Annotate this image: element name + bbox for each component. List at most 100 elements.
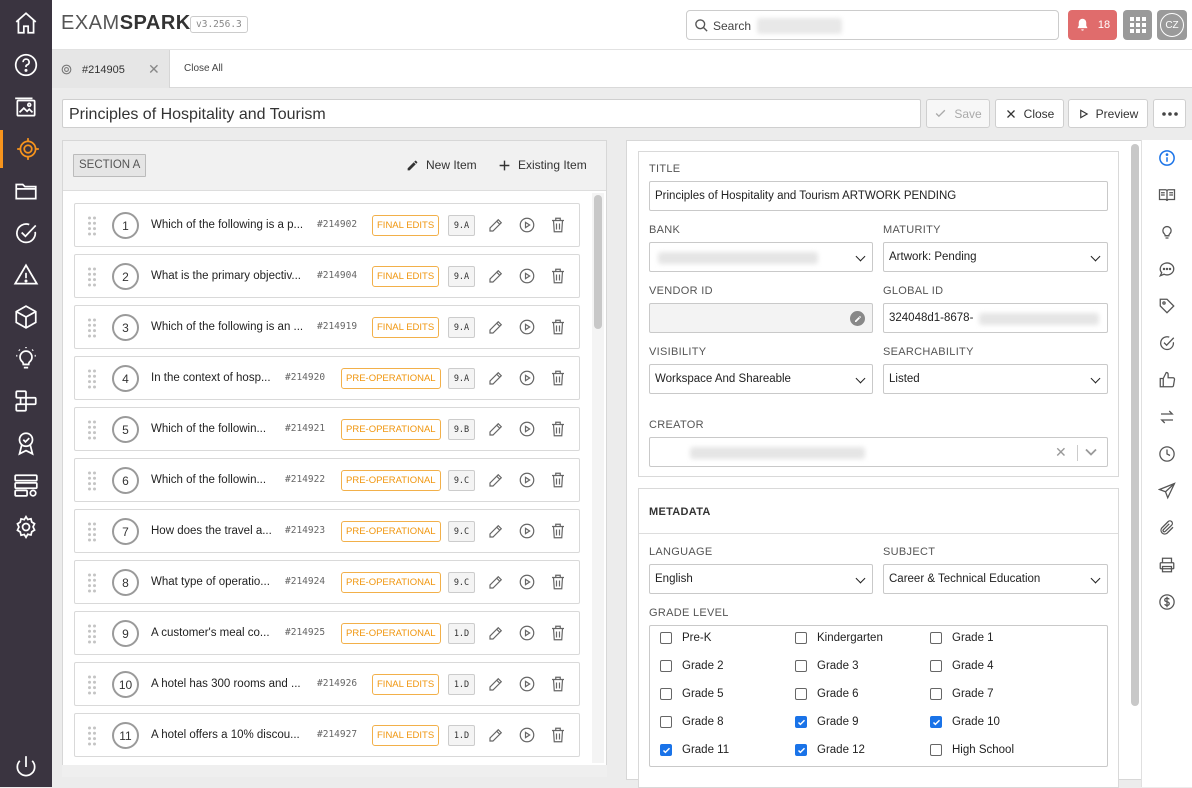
creator-clear-icon[interactable]: ✕ — [1055, 444, 1067, 461]
workflow-icon[interactable] — [0, 382, 52, 420]
edit-icon[interactable] — [487, 420, 505, 438]
close-button[interactable]: Close — [995, 99, 1064, 128]
checkbox-icon[interactable] — [930, 744, 942, 756]
checkbox-icon[interactable] — [795, 660, 807, 672]
play-icon[interactable] — [518, 624, 536, 642]
play-icon[interactable] — [518, 471, 536, 489]
avatar[interactable]: CZ — [1157, 10, 1187, 40]
checkbox-icon[interactable] — [795, 688, 807, 700]
maturity-select[interactable]: Artwork: Pending — [883, 242, 1108, 272]
edit-icon[interactable] — [487, 216, 505, 234]
grade-checkbox[interactable]: Grade 10 — [930, 716, 1000, 728]
tab-214905[interactable]: #214905 ✕ — [52, 50, 170, 88]
play-icon[interactable] — [518, 318, 536, 336]
play-icon[interactable] — [518, 369, 536, 387]
grade-checkbox[interactable]: Kindergarten — [795, 632, 883, 644]
chevron-down-icon[interactable] — [1085, 448, 1097, 457]
notifications-button[interactable]: 18 — [1068, 10, 1117, 40]
item-row[interactable]: 2 What is the primary objectiv... #214904 F… — [74, 254, 580, 298]
grade-checkbox[interactable]: Grade 8 — [660, 716, 724, 728]
drag-handle-icon[interactable] — [88, 420, 96, 440]
drag-handle-icon[interactable] — [88, 216, 96, 236]
check-circle-icon[interactable] — [1155, 331, 1179, 355]
warning-icon[interactable] — [0, 256, 52, 294]
transfer-icon[interactable] — [1155, 405, 1179, 429]
info-icon[interactable] — [1155, 146, 1179, 170]
checkbox-icon[interactable] — [660, 688, 672, 700]
trash-icon[interactable] — [549, 420, 567, 438]
item-question-text[interactable]: Which of the following is a p... — [151, 219, 308, 231]
item-question-text[interactable]: Which of the followin... — [151, 474, 273, 486]
searchability-select[interactable]: Listed — [883, 364, 1108, 394]
more-options-button[interactable] — [1153, 99, 1186, 128]
power-icon[interactable] — [0, 748, 52, 786]
apps-grid-button[interactable] — [1123, 10, 1152, 40]
folder-icon[interactable] — [0, 172, 52, 210]
item-question-text[interactable]: A customer's meal co... — [151, 627, 273, 639]
edit-icon[interactable] — [487, 522, 505, 540]
item-question-text[interactable]: Which of the followin... — [151, 423, 273, 435]
item-row[interactable]: 8 What type of operatio... #214924 PRE-OPER… — [74, 560, 580, 604]
item-row[interactable]: 5 Which of the followin... #214921 PRE-OPER… — [74, 407, 580, 451]
print-icon[interactable] — [1155, 553, 1179, 577]
edit-icon[interactable] — [850, 311, 865, 326]
trash-icon[interactable] — [549, 318, 567, 336]
existing-item-button[interactable]: Existing Item — [498, 158, 587, 172]
checkbox-icon[interactable] — [930, 688, 942, 700]
checkbox-icon[interactable] — [795, 632, 807, 644]
checkbox-icon[interactable] — [795, 744, 807, 756]
paperclip-icon[interactable] — [1155, 516, 1179, 540]
item-row[interactable]: 1 Which of the following is a p... #214902… — [74, 203, 580, 247]
item-row[interactable]: 11 A hotel offers a 10% discou... #214927 F… — [74, 713, 580, 757]
edit-icon[interactable] — [487, 573, 505, 591]
edit-icon[interactable] — [487, 726, 505, 744]
bank-select[interactable] — [649, 242, 873, 272]
item-row[interactable]: 3 Which of the following is an ... #214919… — [74, 305, 580, 349]
grade-checkbox[interactable]: Grade 12 — [795, 744, 865, 756]
gear-icon[interactable] — [0, 508, 52, 546]
badge-icon[interactable] — [0, 424, 52, 462]
grade-checkbox[interactable]: Grade 2 — [660, 660, 724, 672]
play-icon[interactable] — [518, 267, 536, 285]
checkbox-icon[interactable] — [660, 716, 672, 728]
check-circle-icon[interactable] — [0, 214, 52, 252]
visibility-select[interactable]: Workspace And Shareable — [649, 364, 873, 394]
item-row[interactable]: 7 How does the travel a... #214923 PRE-OPER… — [74, 509, 580, 553]
drag-handle-icon[interactable] — [88, 267, 96, 287]
tab-close-icon[interactable]: ✕ — [148, 61, 160, 78]
vendor-id-field[interactable] — [649, 303, 873, 333]
item-question-text[interactable]: In the context of hosp... — [151, 372, 273, 384]
help-icon[interactable] — [0, 46, 52, 84]
gallery-icon[interactable] — [0, 88, 52, 126]
grade-checkbox[interactable]: Pre-K — [660, 632, 711, 644]
trash-icon[interactable] — [549, 726, 567, 744]
cube-icon[interactable] — [0, 298, 52, 336]
edit-icon[interactable] — [487, 471, 505, 489]
edit-icon[interactable] — [487, 624, 505, 642]
trash-icon[interactable] — [549, 624, 567, 642]
comment-icon[interactable] — [1155, 257, 1179, 281]
edit-icon[interactable] — [487, 369, 505, 387]
checkbox-icon[interactable] — [930, 632, 942, 644]
drag-handle-icon[interactable] — [88, 369, 96, 389]
lightbulb-icon[interactable] — [0, 340, 52, 378]
item-row[interactable]: 4 In the context of hosp... #214920 PRE-OPE… — [74, 356, 580, 400]
home-icon[interactable] — [0, 4, 52, 42]
edit-icon[interactable] — [487, 675, 505, 693]
item-question-text[interactable]: How does the travel a... — [151, 525, 273, 537]
grade-checkbox[interactable]: Grade 1 — [930, 632, 994, 644]
drag-handle-icon[interactable] — [88, 471, 96, 491]
book-icon[interactable] — [1155, 183, 1179, 207]
item-row[interactable]: 9 A customer's meal co... #214925 PRE-OPERA… — [74, 611, 580, 655]
checkbox-icon[interactable] — [660, 744, 672, 756]
send-icon[interactable] — [1155, 479, 1179, 503]
trash-icon[interactable] — [549, 573, 567, 591]
trash-icon[interactable] — [549, 675, 567, 693]
drag-handle-icon[interactable] — [88, 573, 96, 593]
global-id-field[interactable]: 324048d1-8678- — [883, 303, 1108, 333]
play-icon[interactable] — [518, 522, 536, 540]
item-question-text[interactable]: A hotel offers a 10% discou... — [151, 729, 308, 741]
trash-icon[interactable] — [549, 369, 567, 387]
grade-checkbox[interactable]: Grade 4 — [930, 660, 994, 672]
lightbulb-icon[interactable] — [1155, 220, 1179, 244]
